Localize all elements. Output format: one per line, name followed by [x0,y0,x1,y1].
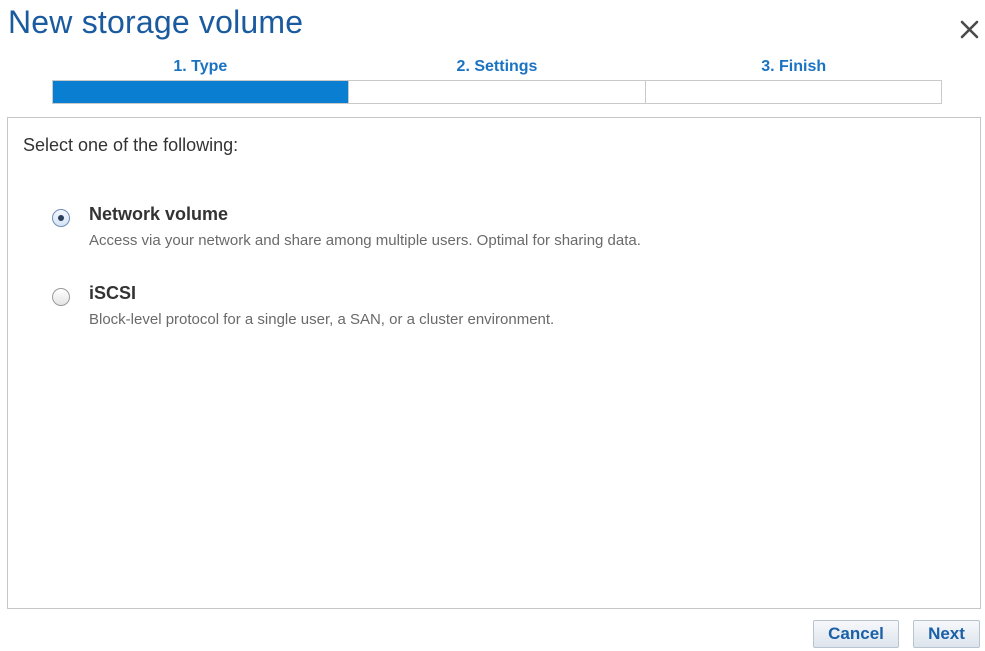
iscsi-title: iSCSI [89,283,137,303]
iscsi-description: Block-level protocol for a single user, … [89,311,555,328]
radio-selected-dot [58,215,64,221]
cancel-button[interactable]: Cancel [813,620,899,648]
step-bar-settings [349,81,646,103]
step-label-settings: 2. Settings [456,58,538,75]
iscsi-radio[interactable] [52,288,70,306]
network-volume-title: Network volume [89,204,229,224]
next-button[interactable]: Next [913,620,980,648]
content-panel: Select one of the following: Network vol… [7,117,981,609]
step-label-finish: 3. Finish [761,58,827,75]
step-bar-finish [646,81,941,103]
network-volume-description: Access via your network and share among … [89,232,641,249]
network-volume-radio[interactable] [52,209,70,227]
wizard-steps: 1. Type 2. Settings 3. Finish [52,58,942,104]
close-icon[interactable] [957,14,983,40]
step-label-type: 1. Type [173,58,228,75]
select-prompt: Select one of the following: [23,135,239,155]
step-bar-type [53,81,350,103]
dialog-title: New storage volume [8,4,304,40]
wizard-progress-bar [52,80,942,104]
